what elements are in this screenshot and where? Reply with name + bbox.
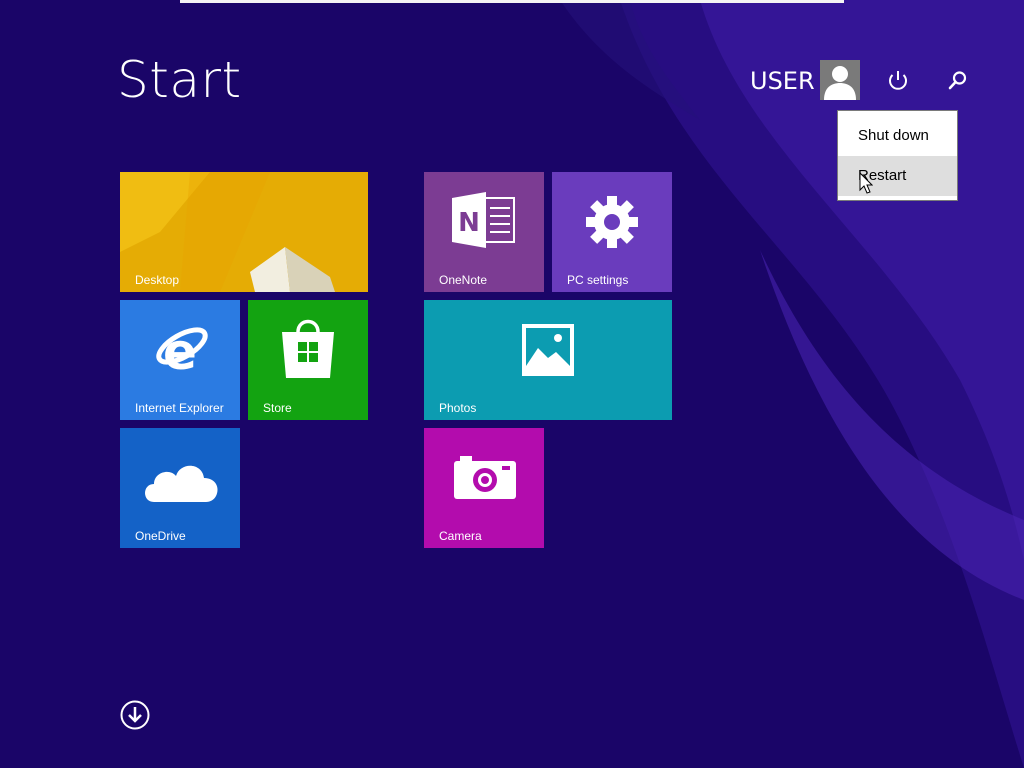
camera-icon bbox=[454, 456, 516, 499]
tile-label: Photos bbox=[439, 401, 477, 415]
tile-label: Store bbox=[263, 401, 292, 415]
tile-pc-settings[interactable]: PC settings bbox=[552, 172, 672, 292]
tile-store[interactable]: Store bbox=[248, 300, 368, 420]
power-icon[interactable] bbox=[883, 65, 913, 95]
store-bag-icon bbox=[282, 319, 334, 378]
tile-label: OneDrive bbox=[135, 529, 186, 543]
tile-onenote[interactable]: N OneNote bbox=[424, 172, 544, 292]
tile-label: Camera bbox=[439, 529, 482, 543]
page-title: Start bbox=[117, 51, 242, 109]
svg-text:N: N bbox=[458, 208, 480, 238]
tile-label: OneNote bbox=[439, 273, 488, 287]
tile-onedrive[interactable]: OneDrive bbox=[120, 428, 240, 548]
power-menu: Shut down Restart bbox=[837, 110, 958, 201]
restart-menu-item[interactable]: Restart bbox=[838, 156, 957, 196]
svg-text:e: e bbox=[163, 323, 197, 381]
onenote-icon: N bbox=[452, 192, 515, 248]
internet-explorer-icon: e bbox=[156, 323, 208, 381]
shutdown-menu-item[interactable]: Shut down bbox=[838, 116, 957, 156]
tile-camera[interactable]: Camera bbox=[424, 428, 544, 548]
tile-label: Desktop bbox=[135, 273, 180, 287]
gear-icon bbox=[586, 196, 638, 248]
user-name[interactable]: USER bbox=[750, 64, 815, 98]
tile-desktop[interactable]: Desktop bbox=[120, 172, 368, 292]
top-edge-bar bbox=[180, 0, 844, 3]
avatar-icon[interactable] bbox=[820, 60, 860, 100]
tile-label: PC settings bbox=[567, 273, 629, 287]
arrow-down-circle-icon[interactable] bbox=[120, 700, 150, 730]
tile-internet-explorer[interactable]: e Internet Explorer bbox=[120, 300, 240, 420]
cloud-icon bbox=[145, 465, 218, 502]
tile-photos[interactable]: Photos bbox=[424, 300, 672, 420]
search-icon[interactable] bbox=[942, 65, 972, 95]
photos-icon bbox=[522, 324, 574, 376]
tile-label: Internet Explorer bbox=[135, 401, 224, 415]
mouse-cursor-icon bbox=[859, 172, 873, 194]
